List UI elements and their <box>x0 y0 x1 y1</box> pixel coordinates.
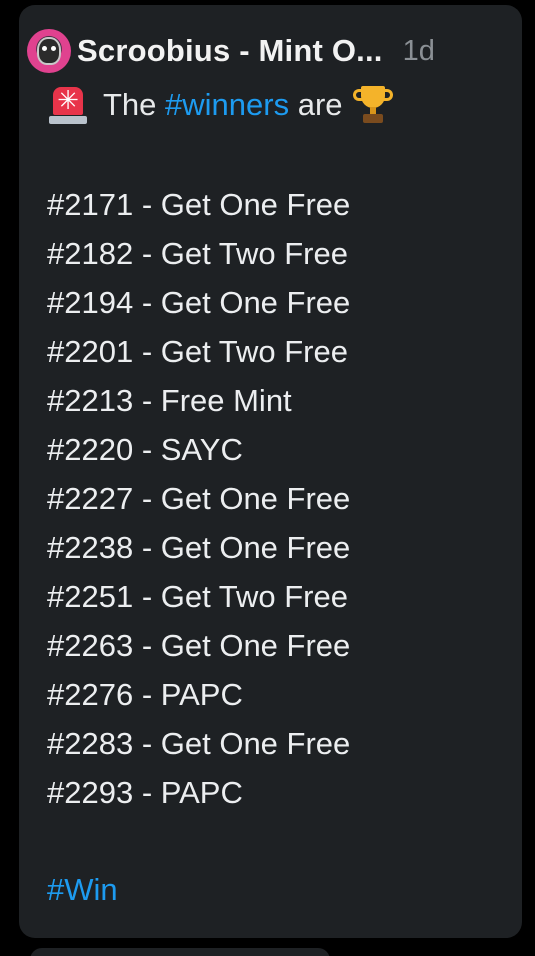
winner-item: #2182 - Get Two Free <box>47 236 348 271</box>
winner-item: #2194 - Get One Free <box>47 285 351 320</box>
intro-text-after: are <box>297 87 343 122</box>
avatar-face <box>37 37 61 65</box>
winner-item: #2251 - Get Two Free <box>47 579 348 614</box>
winner-item: #2263 - Get One Free <box>47 628 351 663</box>
winners-list: #2171 - Get One Free #2182 - Get Two Fre… <box>47 180 350 817</box>
winner-item: #2293 - PAPC <box>47 775 243 810</box>
avatar[interactable] <box>27 29 71 73</box>
winner-item: #2276 - PAPC <box>47 677 243 712</box>
hashtag-winners-link[interactable]: #winners <box>165 87 289 123</box>
tweet-header: Scroobius - Mint O... 1d <box>27 28 435 74</box>
author-name[interactable]: Scroobius - Mint O... <box>77 33 383 69</box>
intro-text-before: The <box>103 87 157 122</box>
post-time[interactable]: 1d <box>403 35 435 68</box>
winner-item: #2227 - Get One Free <box>47 481 351 516</box>
avatar-eye-left <box>42 46 47 51</box>
winner-item: #2201 - Get Two Free <box>47 334 348 369</box>
siren-icon: ✳ <box>47 85 89 125</box>
tweet-intro-line: ✳ The #winners are <box>47 83 393 127</box>
trophy-icon <box>352 84 393 126</box>
hashtag-win-link[interactable]: #Win <box>47 865 118 914</box>
next-card-peek <box>30 948 330 956</box>
winner-item: #2220 - SAYC <box>47 432 243 467</box>
avatar-eye-right <box>51 46 56 51</box>
winner-item: #2283 - Get One Free <box>47 726 351 761</box>
winner-item: #2171 - Get One Free <box>47 187 351 222</box>
winner-item: #2238 - Get One Free <box>47 530 351 565</box>
winner-item: #2213 - Free Mint <box>47 383 292 418</box>
